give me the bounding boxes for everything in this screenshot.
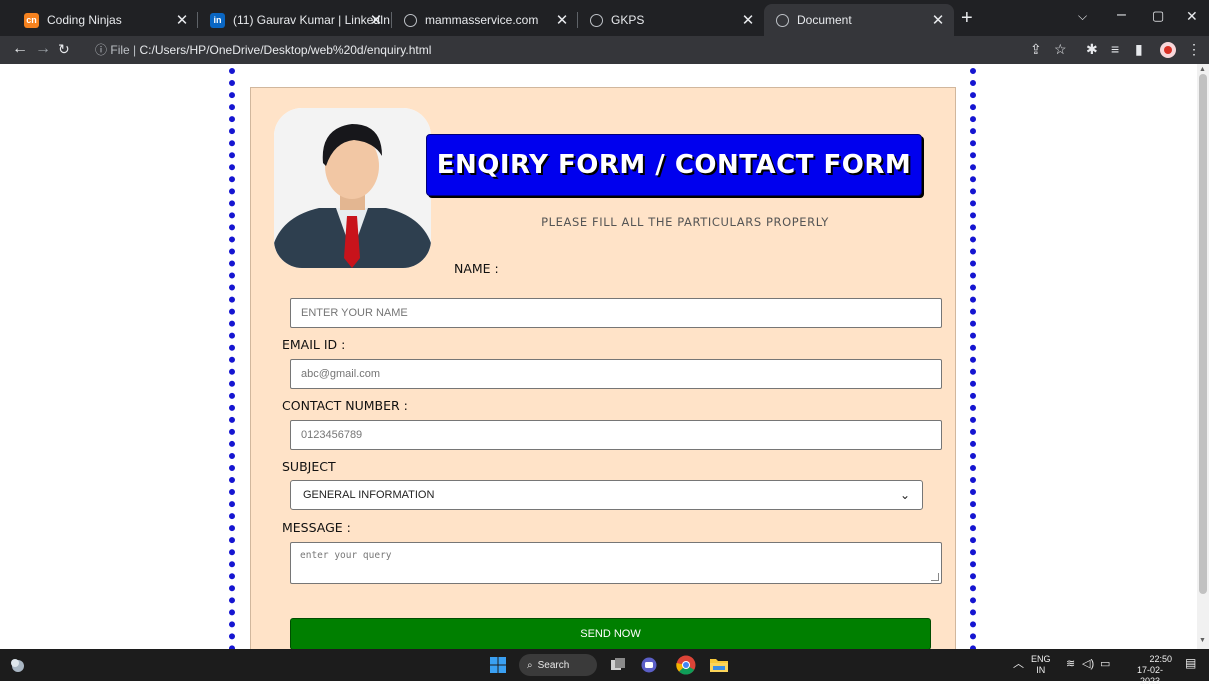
form-heading: ENQIRY FORM / CONTACT FORM	[436, 150, 912, 180]
email-input[interactable]: abc@gmail.com	[290, 359, 942, 389]
battery-icon[interactable]: ▭	[1100, 659, 1110, 670]
contact-number-input[interactable]: 0123456789	[290, 420, 942, 450]
form-heading-banner: ENQIRY FORM / CONTACT FORM	[426, 134, 922, 196]
search-icon: ⌕	[527, 659, 533, 671]
input-language-indicator[interactable]: ENG IN	[1031, 654, 1051, 676]
tab-coding-ninjas[interactable]: cn Coding Ninjas ✕	[12, 4, 198, 36]
contact-number-placeholder: 0123456789	[301, 429, 363, 441]
close-window-icon[interactable]: ✕	[1186, 8, 1198, 25]
coding-ninjas-favicon-icon: cn	[24, 12, 39, 28]
tab-linkedin[interactable]: in (11) Gaurav Kumar | LinkedIn ✕	[198, 4, 392, 36]
reading-list-icon[interactable]: ≡	[1111, 41, 1119, 57]
close-tab-icon[interactable]: ✕	[368, 11, 384, 29]
windows-start-icon[interactable]	[490, 657, 506, 673]
subject-select[interactable]: GENERAL INFORMATION ⌄	[290, 480, 923, 510]
globe-icon	[590, 13, 603, 27]
avatar-image	[274, 108, 431, 268]
url-text: C:/Users/HP/OneDrive/Desktop/web%20d/enq…	[139, 43, 432, 57]
scroll-down-icon[interactable]: ▼	[1199, 637, 1206, 644]
email-label: EMAIL ID :	[282, 337, 346, 352]
tray-overflow-icon[interactable]: ︿	[1013, 659, 1024, 670]
url-field[interactable]: ⓘ File | C:/Users/HP/OneDrive/Desktop/we…	[95, 41, 431, 58]
forward-icon[interactable]: →	[35, 40, 51, 58]
businessman-avatar-icon	[274, 108, 431, 268]
volume-icon[interactable]: ◁)	[1082, 659, 1094, 670]
teams-chat-icon[interactable]	[641, 657, 657, 673]
info-icon[interactable]: ⓘ	[95, 43, 107, 57]
close-tab-icon[interactable]: ✕	[174, 11, 190, 29]
bookmark-star-icon[interactable]: ☆	[1054, 41, 1067, 58]
back-icon[interactable]: ←	[12, 40, 28, 58]
tab-search-chevron-icon[interactable]: ⌵	[1078, 9, 1087, 24]
name-placeholder: ENTER YOUR NAME	[301, 307, 408, 319]
chrome-icon[interactable]	[676, 655, 696, 675]
clock-time: 22:50	[1149, 654, 1172, 664]
email-placeholder: abc@gmail.com	[301, 368, 381, 380]
chevron-down-icon: ⌄	[899, 488, 910, 502]
close-tab-icon[interactable]: ✕	[740, 11, 756, 29]
message-placeholder: enter your query	[300, 550, 392, 561]
subject-selected-value: GENERAL INFORMATION	[303, 489, 435, 501]
message-label: MESSAGE :	[282, 520, 351, 535]
minimize-icon[interactable]: –	[1117, 6, 1126, 24]
browser-tab-bar: cn Coding Ninjas ✕ in (11) Gaurav Kumar …	[0, 0, 1209, 36]
scrollbar-thumb[interactable]	[1199, 74, 1207, 594]
subject-label: SUBJECT	[282, 459, 336, 474]
close-tab-icon[interactable]: ✕	[554, 11, 570, 29]
side-panel-icon[interactable]: ▮	[1135, 41, 1143, 58]
extensions-icon[interactable]: ✱	[1086, 41, 1098, 58]
taskbar-search[interactable]: ⌕ Search	[519, 654, 597, 676]
tab-document[interactable]: Document ✕	[764, 4, 954, 36]
name-input[interactable]: ENTER YOUR NAME	[290, 298, 942, 328]
restore-icon[interactable]: ▢	[1152, 8, 1164, 24]
send-now-label: SEND NOW	[580, 628, 641, 640]
system-clock[interactable]: 22:50 17-02-2023	[1128, 654, 1172, 687]
globe-icon	[404, 13, 417, 27]
new-tab-icon[interactable]: +	[961, 7, 973, 30]
weather-icon[interactable]	[10, 657, 26, 673]
name-label: NAME :	[454, 261, 499, 276]
close-tab-icon[interactable]: ✕	[930, 11, 946, 29]
tab-mammasservice[interactable]: mammasservice.com ✕	[392, 4, 578, 36]
url-divider: |	[133, 43, 137, 57]
windows-taskbar: ⌕ Search ︿ ENG IN ≋ ◁) ▭ 22:50 17-02-202…	[0, 649, 1209, 686]
linkedin-favicon-icon: in	[210, 12, 225, 28]
contact-number-label: CONTACT NUMBER :	[282, 398, 408, 413]
page-scrollbar[interactable]: ▲ ▼	[1197, 64, 1209, 649]
scroll-up-icon[interactable]: ▲	[1199, 66, 1206, 73]
taskbar-search-label: Search	[537, 659, 570, 671]
url-scheme-label: File	[110, 43, 130, 57]
region-code: IN	[1036, 665, 1046, 675]
tab-gkps[interactable]: GKPS ✕	[578, 4, 764, 36]
send-now-button[interactable]: SEND NOW	[290, 618, 931, 649]
clock-date: 17-02-2023	[1136, 665, 1163, 686]
share-icon[interactable]: ⇪	[1030, 41, 1042, 58]
wifi-icon[interactable]: ≋	[1066, 659, 1075, 670]
reload-icon[interactable]: ↻	[58, 41, 70, 58]
file-explorer-icon[interactable]	[710, 657, 728, 673]
form-subtitle: PLEASE FILL ALL THE PARTICULARS PROPERLY	[541, 215, 829, 229]
browser-address-bar: ← → ↻ ⓘ File | C:/Users/HP/OneDrive/Desk…	[0, 36, 1209, 64]
message-textarea[interactable]: enter your query	[290, 542, 942, 584]
resize-handle-icon[interactable]	[931, 573, 939, 581]
notifications-icon[interactable]: ▤	[1185, 657, 1196, 669]
language-code: ENG	[1031, 654, 1051, 664]
globe-icon	[776, 13, 789, 27]
task-view-icon[interactable]	[610, 657, 626, 673]
menu-kebab-icon[interactable]: ⋮	[1187, 41, 1201, 58]
page-viewport: ENQIRY FORM / CONTACT FORM PLEASE FILL A…	[0, 64, 1197, 649]
profile-avatar-icon[interactable]	[1160, 42, 1176, 58]
